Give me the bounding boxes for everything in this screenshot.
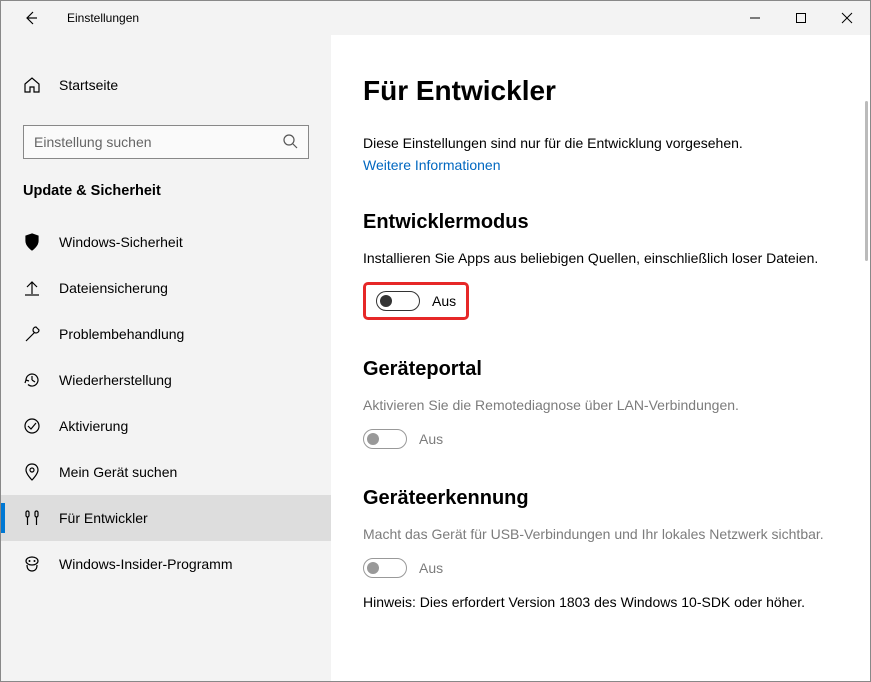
dev-mode-desc: Installieren Sie Apps aus beliebigen Que… xyxy=(363,250,838,266)
device-discovery-desc: Macht das Gerät für USB-Verbindungen und… xyxy=(363,526,838,542)
sidebar-item-troubleshoot[interactable]: Problembehandlung xyxy=(1,311,331,357)
device-discovery-hint: Hinweis: Dies erfordert Version 1803 des… xyxy=(363,594,838,610)
sidebar: Startseite Update & Sicherheit Windows-S… xyxy=(1,35,331,681)
home-icon xyxy=(23,76,41,94)
arrow-left-icon xyxy=(23,10,39,26)
device-portal-heading: Geräteportal xyxy=(363,358,838,381)
sidebar-item-insider[interactable]: Windows-Insider-Programm xyxy=(1,541,331,587)
activation-icon xyxy=(23,417,41,435)
sidebar-item-label: Aktivierung xyxy=(59,418,128,434)
content-pane: Für Entwickler Diese Einstellungen sind … xyxy=(331,35,870,681)
sidebar-item-label: Windows-Sicherheit xyxy=(59,234,183,250)
sidebar-home[interactable]: Startseite xyxy=(1,65,331,105)
dev-mode-heading: Entwicklermodus xyxy=(363,211,838,234)
insider-icon xyxy=(23,555,41,573)
search-box[interactable] xyxy=(23,125,309,159)
device-portal-desc: Aktivieren Sie die Remotediagnose über L… xyxy=(363,397,838,413)
highlight-annotation: Aus xyxy=(363,282,469,320)
recovery-icon xyxy=(23,371,41,389)
sidebar-item-label: Windows-Insider-Programm xyxy=(59,556,232,572)
minimize-icon xyxy=(749,12,761,24)
window-controls xyxy=(732,1,870,35)
page-intro: Diese Einstellungen sind nur für die Ent… xyxy=(363,135,838,151)
search-icon xyxy=(282,133,298,152)
device-discovery-heading: Geräteerkennung xyxy=(363,487,838,510)
sidebar-item-label: Mein Gerät suchen xyxy=(59,464,177,480)
sidebar-item-label: Problembehandlung xyxy=(59,326,184,342)
window-title: Einstellungen xyxy=(67,11,139,25)
sidebar-item-for-developers[interactable]: Für Entwickler xyxy=(1,495,331,541)
dev-mode-state: Aus xyxy=(432,293,456,309)
maximize-button[interactable] xyxy=(778,1,824,35)
settings-window: Einstellungen Startseite xyxy=(0,0,871,682)
maximize-icon xyxy=(795,12,807,24)
sidebar-item-windows-security[interactable]: Windows-Sicherheit xyxy=(1,219,331,265)
learn-more-link[interactable]: Weitere Informationen xyxy=(363,157,500,173)
sidebar-item-label: Dateiensicherung xyxy=(59,280,168,296)
sidebar-section-title: Update & Sicherheit xyxy=(1,183,331,199)
sidebar-item-label: Für Entwickler xyxy=(59,510,148,526)
sidebar-item-label: Wiederherstellung xyxy=(59,372,172,388)
find-device-icon xyxy=(23,463,41,481)
wrench-icon xyxy=(23,325,41,343)
device-discovery-toggle xyxy=(363,558,407,578)
device-portal-toggle xyxy=(363,429,407,449)
minimize-button[interactable] xyxy=(732,1,778,35)
scrollbar[interactable] xyxy=(865,101,868,261)
device-portal-state: Aus xyxy=(419,431,443,447)
sidebar-item-backup[interactable]: Dateiensicherung xyxy=(1,265,331,311)
backup-icon xyxy=(23,279,41,297)
titlebar: Einstellungen xyxy=(1,1,870,35)
page-title: Für Entwickler xyxy=(363,75,838,107)
developer-icon xyxy=(23,509,41,527)
sidebar-home-label: Startseite xyxy=(59,77,118,93)
close-button[interactable] xyxy=(824,1,870,35)
back-button[interactable] xyxy=(19,6,43,30)
sidebar-item-find-device[interactable]: Mein Gerät suchen xyxy=(1,449,331,495)
search-input[interactable] xyxy=(34,134,282,150)
sidebar-item-recovery[interactable]: Wiederherstellung xyxy=(1,357,331,403)
close-icon xyxy=(841,12,853,24)
dev-mode-toggle[interactable] xyxy=(376,291,420,311)
device-discovery-state: Aus xyxy=(419,560,443,576)
sidebar-item-activation[interactable]: Aktivierung xyxy=(1,403,331,449)
shield-icon xyxy=(23,233,41,251)
